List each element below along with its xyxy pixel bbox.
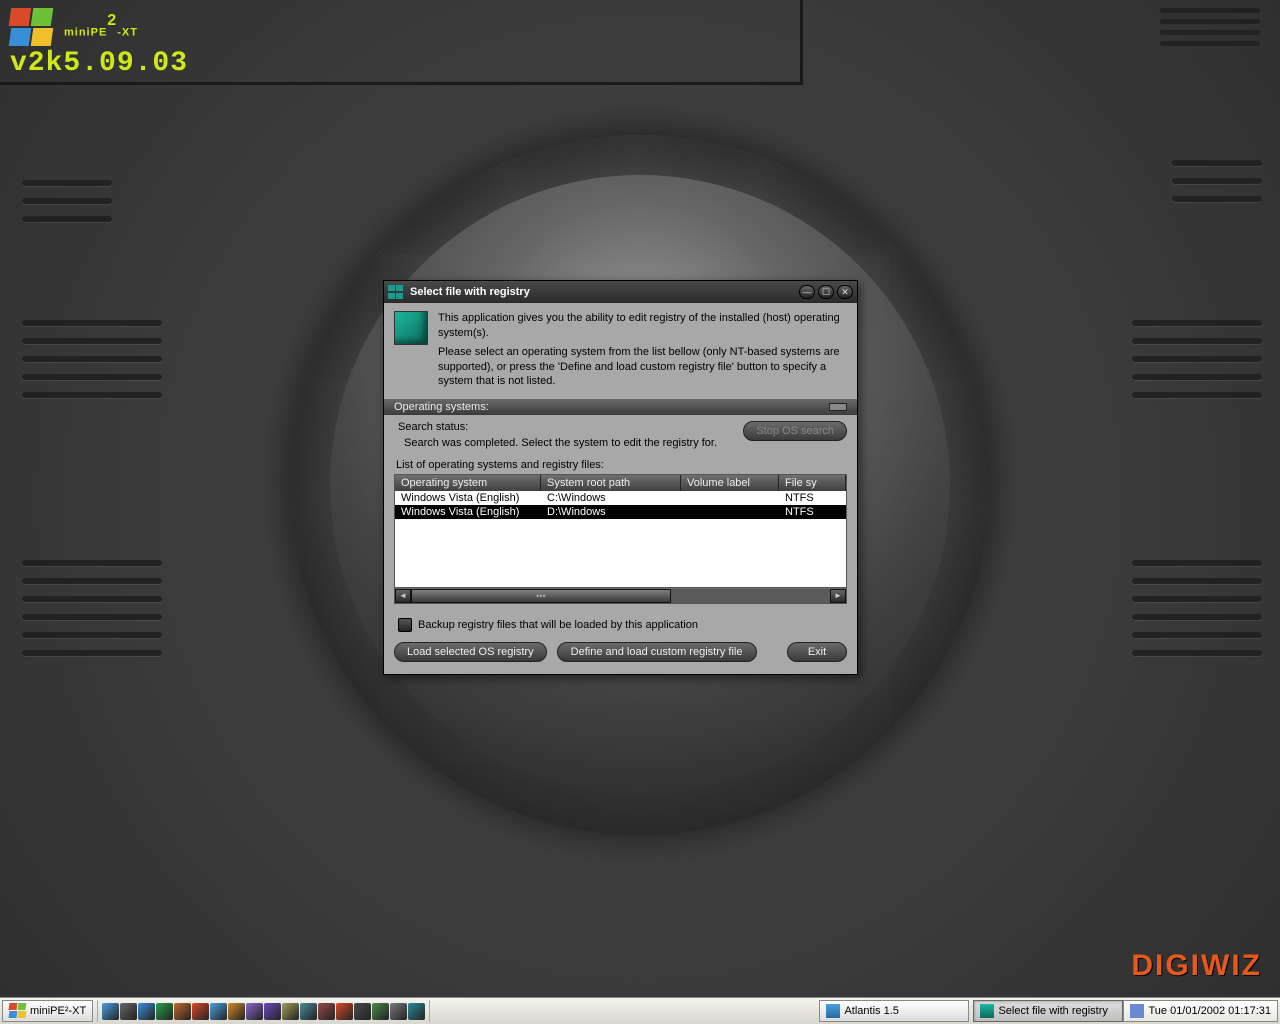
table-header: Operating system System root path Volume… bbox=[395, 475, 846, 491]
quick-launch-icon[interactable] bbox=[192, 1003, 209, 1020]
exit-button[interactable]: Exit bbox=[787, 642, 847, 662]
maximize-button[interactable]: ☐ bbox=[818, 285, 834, 299]
quick-launch-icon[interactable] bbox=[138, 1003, 155, 1020]
brand-name: miniPE bbox=[64, 26, 107, 38]
group-header: Operating systems: bbox=[384, 399, 857, 415]
quick-launch-icon[interactable] bbox=[102, 1003, 119, 1020]
window-title: Select file with registry bbox=[410, 286, 799, 298]
horizontal-scrollbar[interactable]: ◄ ••• ► bbox=[395, 587, 846, 603]
registry-icon bbox=[394, 311, 428, 345]
quick-launch-icon[interactable] bbox=[336, 1003, 353, 1020]
registry-icon bbox=[980, 1004, 994, 1018]
quick-launch-icon[interactable] bbox=[354, 1003, 371, 1020]
version-text: v2k5.09.03 bbox=[10, 48, 188, 79]
intro-text: This application gives you the ability t… bbox=[438, 311, 847, 389]
scroll-right-button[interactable]: ► bbox=[830, 589, 846, 603]
windows-flag-icon bbox=[9, 1003, 27, 1019]
maker-logo: DIGIWIZ bbox=[1131, 949, 1262, 983]
quick-launch-icon[interactable] bbox=[246, 1003, 263, 1020]
col-path[interactable]: System root path bbox=[541, 475, 681, 491]
table-row[interactable]: Windows Vista (English) C:\Windows NTFS bbox=[395, 491, 846, 505]
scroll-thumb[interactable]: ••• bbox=[411, 589, 671, 603]
quick-launch-icon[interactable] bbox=[174, 1003, 191, 1020]
desktop: miniPE2-XT v2k5.09.03 DIGIWIZ Select fil… bbox=[0, 0, 1280, 997]
quick-launch-icon[interactable] bbox=[120, 1003, 137, 1020]
col-volume[interactable]: Volume label bbox=[681, 475, 779, 491]
os-table: Operating system System root path Volume… bbox=[394, 474, 847, 604]
backup-label: Backup registry files that will be loade… bbox=[418, 619, 698, 631]
quick-launch-icon[interactable] bbox=[390, 1003, 407, 1020]
list-label: List of operating systems and registry f… bbox=[394, 453, 847, 474]
quick-launch bbox=[97, 1000, 430, 1022]
quick-launch-icon[interactable] bbox=[282, 1003, 299, 1020]
system-tray[interactable]: Tue 01/01/2002 01:17:31 bbox=[1123, 1000, 1278, 1022]
registry-dialog: Select file with registry — ☐ ✕ This app… bbox=[383, 280, 858, 675]
windows-flag-icon bbox=[10, 8, 56, 48]
search-status-text: Search was completed. Select the system … bbox=[394, 433, 743, 449]
quick-launch-icon[interactable] bbox=[264, 1003, 281, 1020]
taskbar-item-atlantis[interactable]: Atlantis 1.5 bbox=[819, 1000, 969, 1022]
col-os[interactable]: Operating system bbox=[395, 475, 541, 491]
taskbar-item-registry[interactable]: Select file with registry bbox=[973, 1000, 1123, 1022]
clock: Tue 01/01/2002 01:17:31 bbox=[1148, 1005, 1271, 1017]
define-custom-registry-button[interactable]: Define and load custom registry file bbox=[557, 642, 757, 662]
titlebar[interactable]: Select file with registry — ☐ ✕ bbox=[384, 281, 857, 303]
quick-launch-icon[interactable] bbox=[228, 1003, 245, 1020]
start-button[interactable]: miniPE²-XT bbox=[2, 1000, 93, 1022]
minimize-button[interactable]: — bbox=[799, 285, 815, 299]
quick-launch-icon[interactable] bbox=[372, 1003, 389, 1020]
quick-launch-icon[interactable] bbox=[408, 1003, 425, 1020]
tray-icon[interactable] bbox=[1130, 1004, 1144, 1018]
table-row[interactable]: Windows Vista (English) D:\Windows NTFS bbox=[395, 505, 846, 519]
stop-search-button[interactable]: Stop OS search bbox=[743, 421, 847, 441]
scroll-left-button[interactable]: ◄ bbox=[395, 589, 411, 603]
app-icon bbox=[388, 285, 404, 299]
search-status-label: Search status: bbox=[394, 421, 743, 433]
load-os-registry-button[interactable]: Load selected OS registry bbox=[394, 642, 547, 662]
taskbar: miniPE²-XT Atlantis 1.5 Select file with… bbox=[0, 997, 1280, 1024]
col-fs[interactable]: File sy bbox=[779, 475, 846, 491]
brand-logo: miniPE2-XT bbox=[10, 8, 138, 48]
quick-launch-icon[interactable] bbox=[156, 1003, 173, 1020]
quick-launch-icon[interactable] bbox=[210, 1003, 227, 1020]
backup-checkbox[interactable] bbox=[398, 618, 412, 632]
atlantis-icon bbox=[826, 1004, 840, 1018]
quick-launch-icon[interactable] bbox=[318, 1003, 335, 1020]
quick-launch-icon[interactable] bbox=[300, 1003, 317, 1020]
close-button[interactable]: ✕ bbox=[837, 285, 853, 299]
